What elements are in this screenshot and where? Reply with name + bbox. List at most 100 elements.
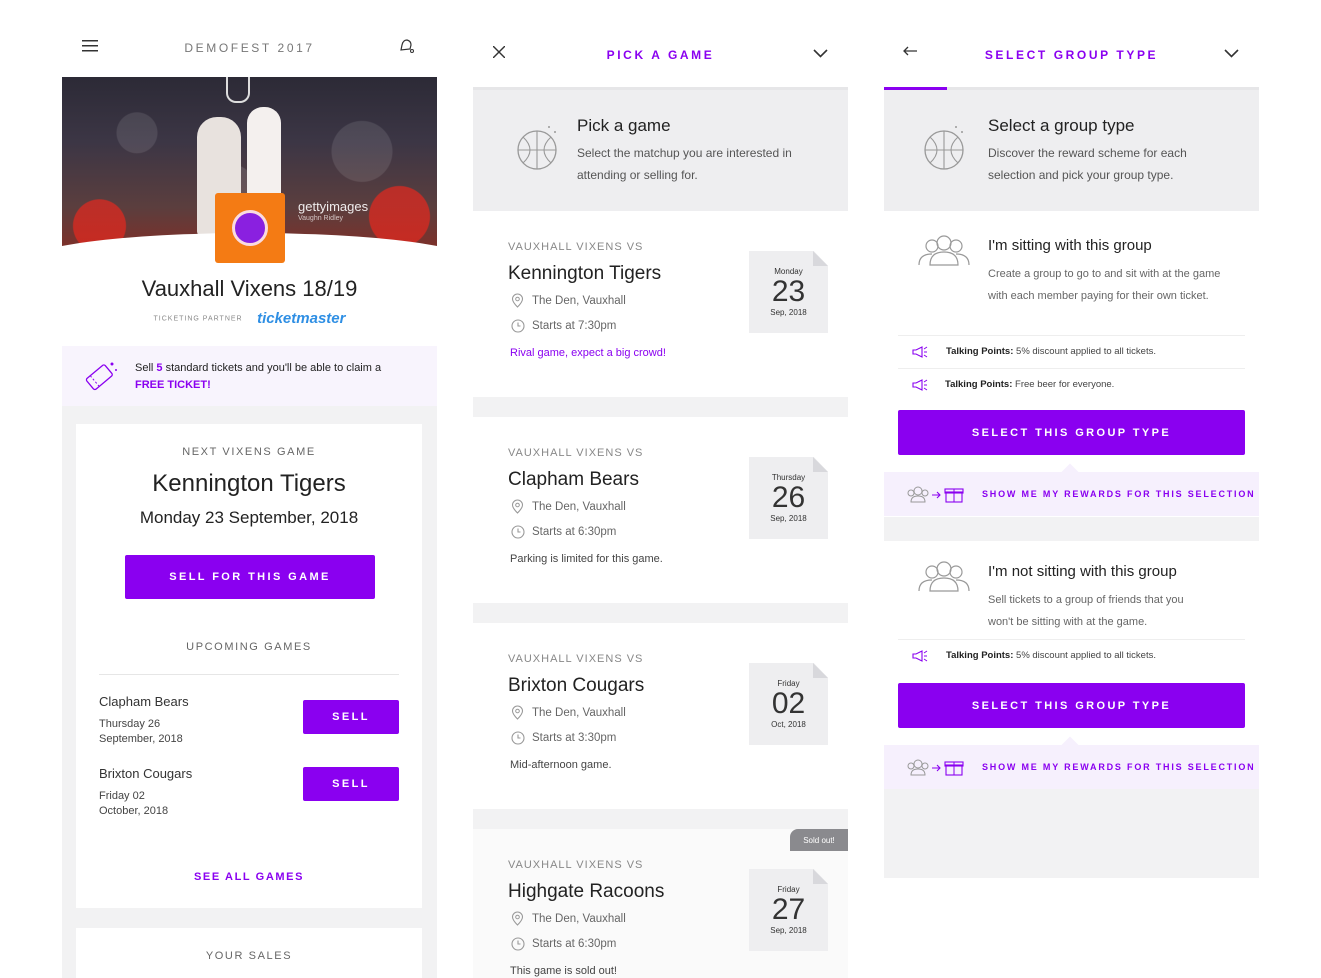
chevron-down-icon[interactable] xyxy=(1224,49,1239,58)
game-card[interactable]: VAUXHALL VIXENS VS Clapham Bears The Den… xyxy=(473,417,848,603)
group-type-topbar: SELECT GROUP TYPE xyxy=(884,0,1259,87)
game-time: Starts at 7:30pm xyxy=(532,320,617,332)
see-all-games-link[interactable]: SEE ALL GAMES xyxy=(76,871,422,883)
app-title: DEMOFEST 2017 xyxy=(184,41,315,55)
location-pin-icon xyxy=(511,293,524,308)
basketball-icon xyxy=(517,126,557,170)
select-group-type-button[interactable]: SELECT THIS GROUP TYPE xyxy=(898,410,1245,455)
option-description: Create a group to go to and sit with at … xyxy=(988,268,1221,302)
pick-game-screen: PICK A GAME Pick a game Select the match… xyxy=(473,0,848,978)
game-team: Kennington Tigers xyxy=(508,263,662,284)
game-card[interactable]: Sold out! VAUXHALL VIXENS VS Highgate Ra… xyxy=(473,829,848,978)
talking-point: Talking Points: 5% discount applied to a… xyxy=(898,335,1245,368)
pick-game-topbar: PICK A GAME xyxy=(473,0,848,90)
your-sales-label: YOUR SALES xyxy=(205,950,293,962)
calendar-date: Friday 27 Sep, 2018 xyxy=(749,869,828,951)
partner-logo: ticketmaster xyxy=(257,310,346,328)
team-title: Vauxhall Vixens 18/19 xyxy=(141,276,358,301)
calendar-date: Friday 02 Oct, 2018 xyxy=(749,663,828,745)
game-venue: The Den, Vauxhall xyxy=(532,501,626,513)
next-game-card: NEXT VIXENS GAME Kennington Tigers Monda… xyxy=(76,424,422,908)
sold-out-badge: Sold out! xyxy=(790,829,848,851)
select-group-type-screen: SELECT GROUP TYPE Select a group type Di… xyxy=(884,0,1259,878)
show-rewards-link[interactable]: SHOW ME MY REWARDS FOR THIS SELECTION xyxy=(884,463,1259,516)
upcoming-games-label: UPCOMING GAMES xyxy=(186,641,312,653)
game-note: This game is sold out! xyxy=(510,965,617,977)
basketball-icon xyxy=(924,126,964,170)
group-to-gift-icon xyxy=(907,759,964,776)
ticketing-partner: TICKETING PARTNER ticketmaster xyxy=(62,310,437,328)
location-pin-icon xyxy=(511,705,524,720)
location-pin-icon xyxy=(511,911,524,926)
group-icon xyxy=(918,235,970,266)
progress-bar xyxy=(884,87,947,90)
location-pin-icon xyxy=(511,499,524,514)
sell-button[interactable]: SELL xyxy=(303,767,399,801)
header-title: Pick a game xyxy=(577,116,671,135)
calendar-date: Monday 23 Sep, 2018 xyxy=(749,251,828,333)
header-title: Select a group type xyxy=(988,116,1135,135)
game-card[interactable]: VAUXHALL VIXENS VS Kennington Tigers The… xyxy=(473,211,848,397)
home-screen: DEMOFEST 2017 gettyimages Vaughn Ridley … xyxy=(62,0,437,978)
game-prefix: VAUXHALL VIXENS VS xyxy=(508,859,644,871)
group-option-card: I'm not sitting with this group Sell tic… xyxy=(884,541,1259,789)
image-credit: Vaughn Ridley xyxy=(298,215,344,222)
your-sales-card: YOUR SALES xyxy=(76,928,422,978)
option-description: Sell tickets to a group of friends that … xyxy=(988,594,1184,628)
chevron-down-icon[interactable] xyxy=(813,49,828,58)
clock-icon xyxy=(511,731,525,745)
group-to-gift-icon xyxy=(907,486,964,503)
talking-point: Talking Points: 5% discount applied to a… xyxy=(898,639,1245,672)
game-venue: The Den, Vauxhall xyxy=(532,707,626,719)
clock-icon xyxy=(511,937,525,951)
game-note: Parking is limited for this game. xyxy=(510,553,663,565)
game-card[interactable]: VAUXHALL VIXENS VS Brixton Cougars The D… xyxy=(473,623,848,809)
header-subtitle: Discover the reward scheme for each sele… xyxy=(988,146,1187,182)
header-subtitle: Select the matchup you are interested in… xyxy=(577,146,792,182)
promo-text: Sell 5 standard tickets and you'll be ab… xyxy=(135,362,382,391)
game-venue: The Den, Vauxhall xyxy=(532,295,626,307)
game-venue: The Den, Vauxhall xyxy=(532,913,626,925)
show-rewards-link[interactable]: SHOW ME MY REWARDS FOR THIS SELECTION xyxy=(884,736,1259,789)
group-icon xyxy=(918,561,970,592)
option-title: I'm not sitting with this group xyxy=(988,563,1177,580)
megaphone-icon xyxy=(912,650,928,662)
game-prefix: VAUXHALL VIXENS VS xyxy=(508,241,644,253)
megaphone-icon xyxy=(912,346,928,358)
select-group-type-button[interactable]: SELECT THIS GROUP TYPE xyxy=(898,683,1245,728)
upcoming-game-date: Thursday 26 September, 2018 xyxy=(99,718,183,745)
group-option-card: I'm sitting with this group Create a gro… xyxy=(884,211,1259,517)
promo-banner: Sell 5 standard tickets and you'll be ab… xyxy=(62,346,437,406)
calendar-date: Thursday 26 Sep, 2018 xyxy=(749,457,828,539)
game-note: Rival game, expect a big crowd! xyxy=(510,347,666,359)
game-time: Starts at 6:30pm xyxy=(532,526,617,538)
next-game-team: Kennington Tigers xyxy=(152,470,346,497)
upcoming-game-team: Clapham Bears xyxy=(99,694,189,709)
game-note: Mid-afternoon game. xyxy=(510,759,612,771)
upcoming-game-team: Brixton Cougars xyxy=(99,766,193,781)
show-rewards-text: SHOW ME MY REWARDS FOR THIS SELECTION xyxy=(982,489,1256,499)
promo-reward: FREE TICKET! xyxy=(135,379,211,391)
clock-icon xyxy=(511,319,525,333)
sell-button[interactable]: SELL xyxy=(303,700,399,734)
talking-point: Talking Points: Free beer for everyone. xyxy=(898,368,1245,401)
next-game-label: NEXT VIXENS GAME xyxy=(182,446,316,458)
upcoming-game-date: Friday 02 October, 2018 xyxy=(99,790,169,817)
game-team: Clapham Bears xyxy=(508,469,639,490)
team-logo xyxy=(215,193,285,263)
clock-icon xyxy=(511,525,525,539)
option-title: I'm sitting with this group xyxy=(988,237,1152,254)
image-watermark: gettyimages xyxy=(298,199,369,214)
partner-label: TICKETING PARTNER xyxy=(153,315,243,323)
sell-for-this-game-button[interactable]: SELL FOR THIS GAME xyxy=(125,555,375,599)
pick-game-header: Pick a game Select the matchup you are i… xyxy=(473,87,848,211)
bell-icon[interactable] xyxy=(398,38,414,54)
game-time: Starts at 3:30pm xyxy=(532,732,617,744)
game-prefix: VAUXHALL VIXENS VS xyxy=(508,447,644,459)
show-rewards-text: SHOW ME MY REWARDS FOR THIS SELECTION xyxy=(982,762,1256,772)
megaphone-icon xyxy=(912,379,928,391)
screen-title: SELECT GROUP TYPE xyxy=(984,48,1159,62)
game-time: Starts at 6:30pm xyxy=(532,938,617,950)
next-game-date: Monday 23 September, 2018 xyxy=(139,508,359,527)
screen-title: PICK A GAME xyxy=(606,48,715,62)
